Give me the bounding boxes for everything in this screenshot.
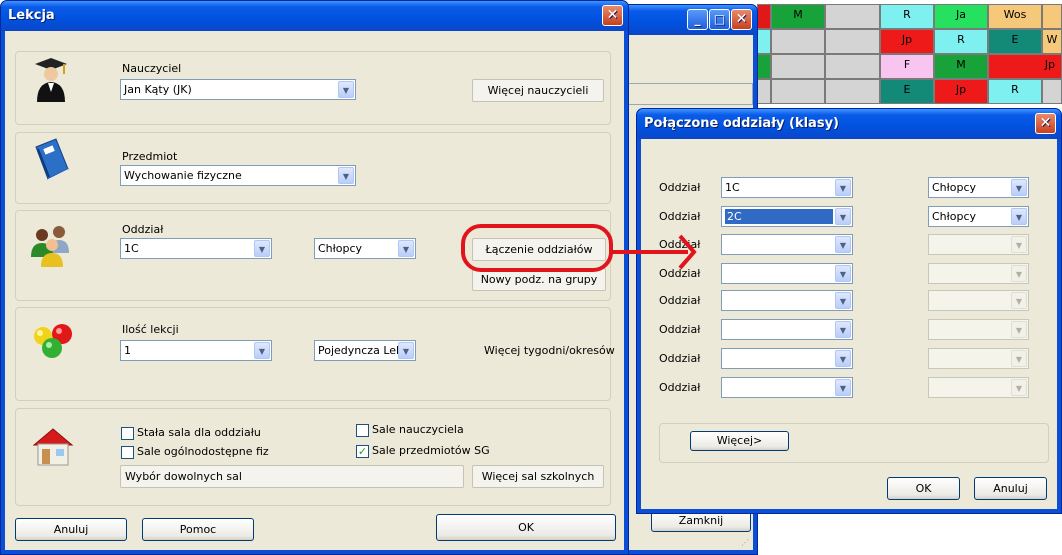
annotation-overlay [461,224,697,272]
annotation-highlight [461,224,613,272]
